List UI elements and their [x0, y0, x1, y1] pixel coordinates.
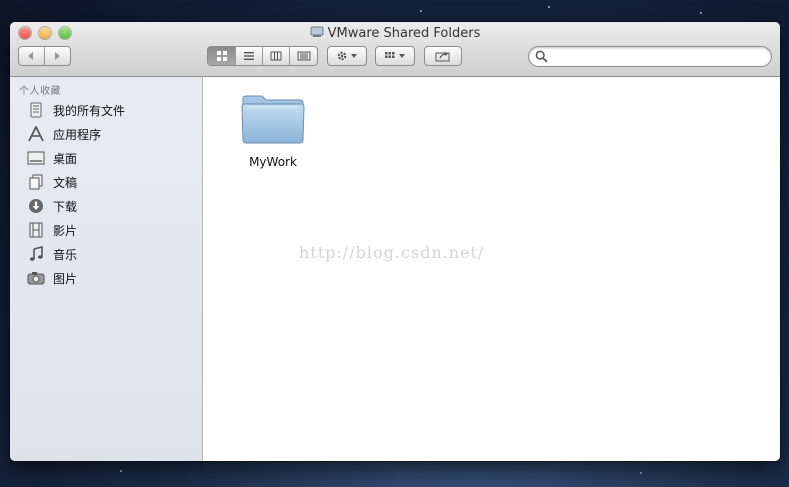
- search-field[interactable]: [528, 46, 772, 67]
- sidebar-item-label: 影片: [53, 223, 78, 238]
- column-view-button[interactable]: [263, 47, 290, 65]
- back-button[interactable]: [19, 47, 45, 65]
- sidebar: 个人收藏 我的所有文件 应用程序 桌面 文稿 下载 影片 音乐 图片: [10, 77, 203, 461]
- forward-arrow-icon: [55, 52, 61, 60]
- sidebar-item-label: 文稿: [53, 175, 78, 190]
- list-view-icon: [244, 52, 254, 60]
- sidebar-header-favorites: 个人收藏: [19, 86, 61, 97]
- documents-icon: [26, 173, 46, 191]
- view-mode-control: [207, 46, 318, 66]
- gear-icon: [337, 51, 357, 61]
- desktop-icon: [26, 149, 46, 167]
- sidebar-item-label: 我的所有文件: [53, 103, 126, 118]
- action-menu-button[interactable]: [327, 46, 367, 66]
- share-button[interactable]: [424, 46, 462, 66]
- folder-icon: [241, 95, 305, 144]
- sidebar-item-applications[interactable]: 应用程序: [26, 123, 196, 145]
- cover-flow-icon: [297, 51, 310, 61]
- back-forward-control: [18, 46, 71, 66]
- folder-item-mywork[interactable]: [240, 93, 306, 145]
- share-icon: [435, 52, 450, 62]
- sidebar-item-movies[interactable]: 影片: [26, 219, 196, 241]
- sidebar-item-label: 应用程序: [53, 127, 102, 142]
- arrange-menu-button[interactable]: [375, 46, 415, 66]
- toolbar: VMware Shared Folders: [10, 22, 780, 77]
- back-arrow-icon: [28, 52, 34, 60]
- cover-flow-button[interactable]: [290, 47, 317, 65]
- sidebar-item-all-files[interactable]: 我的所有文件: [26, 99, 196, 121]
- icon-view-button[interactable]: [208, 47, 236, 65]
- all-files-icon: [26, 101, 46, 119]
- column-view-icon: [270, 51, 282, 61]
- sidebar-item-desktop[interactable]: 桌面: [26, 147, 196, 169]
- finder-window: VMware Shared Folders 个人收藏 我的所有文件 应用程序 桌…: [10, 22, 780, 461]
- sidebar-item-music[interactable]: 音乐: [26, 243, 196, 265]
- watermark-text: http://blog.csdn.net/: [299, 243, 485, 262]
- sidebar-item-documents[interactable]: 文稿: [26, 171, 196, 193]
- file-browser-content: MyWork http://blog.csdn.net/: [203, 77, 780, 461]
- sidebar-item-downloads[interactable]: 下载: [26, 195, 196, 217]
- applications-icon: [26, 125, 46, 143]
- shared-folder-icon: [310, 26, 324, 38]
- music-icon: [26, 245, 46, 263]
- movies-icon: [26, 221, 46, 239]
- sidebar-item-pictures[interactable]: 图片: [26, 267, 196, 289]
- folder-name-label[interactable]: MyWork: [225, 155, 321, 169]
- search-icon: [535, 50, 548, 63]
- sidebar-item-label: 音乐: [53, 247, 78, 262]
- sidebar-item-label: 下载: [53, 199, 78, 214]
- downloads-icon: [26, 197, 46, 215]
- search-input[interactable]: [553, 49, 767, 66]
- window-title: VMware Shared Folders: [10, 25, 780, 42]
- sidebar-item-label: 桌面: [53, 151, 78, 166]
- icon-view-icon: [216, 51, 227, 61]
- arrange-grid-icon: [385, 52, 405, 58]
- window-title-text: VMware Shared Folders: [327, 26, 481, 41]
- sidebar-item-label: 图片: [53, 271, 78, 286]
- pictures-icon: [26, 269, 46, 287]
- list-view-button[interactable]: [236, 47, 263, 65]
- forward-button[interactable]: [45, 47, 70, 65]
